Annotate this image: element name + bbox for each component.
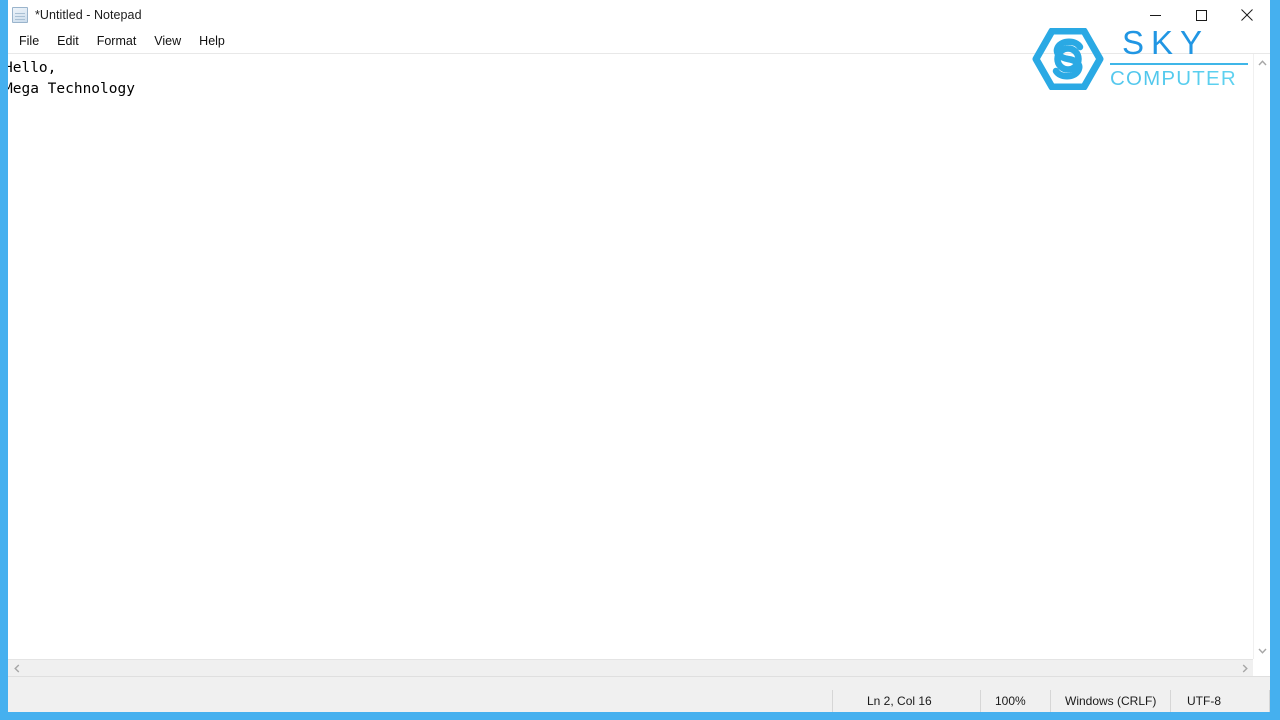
menu-item-help[interactable]: Help xyxy=(190,32,234,51)
title-bar-left: *Untitled - Notepad xyxy=(12,0,142,30)
status-line-ending[interactable]: Windows (CRLF) xyxy=(1050,690,1170,712)
status-bar-cells: Ln 2, Col 16 100% Windows (CRLF) UTF-8 xyxy=(832,690,1270,712)
status-cursor-position: Ln 2, Col 16 xyxy=(832,690,980,712)
scroll-left-button[interactable] xyxy=(8,660,25,676)
chevron-up-icon xyxy=(1257,59,1267,65)
close-icon xyxy=(1241,9,1253,21)
window-controls xyxy=(1132,0,1270,30)
minimize-button[interactable] xyxy=(1132,0,1178,30)
menu-item-edit[interactable]: Edit xyxy=(48,32,88,51)
menu-item-view[interactable]: View xyxy=(145,32,190,51)
scrollbar-corner xyxy=(1253,659,1270,676)
minimize-icon xyxy=(1149,14,1161,16)
chevron-right-icon xyxy=(1242,663,1248,673)
window-title: *Untitled - Notepad xyxy=(35,8,142,22)
text-editor[interactable]: Hello, Mega Technology xyxy=(8,54,1253,659)
menu-item-format[interactable]: Format xyxy=(88,32,146,51)
maximize-button[interactable] xyxy=(1178,0,1224,30)
horizontal-scroll-track[interactable] xyxy=(25,660,1236,676)
title-bar: *Untitled - Notepad xyxy=(8,0,1270,30)
close-button[interactable] xyxy=(1224,0,1270,30)
scroll-up-button[interactable] xyxy=(1254,54,1270,71)
status-encoding[interactable]: UTF-8 xyxy=(1170,690,1270,712)
status-bar: Ln 2, Col 16 100% Windows (CRLF) UTF-8 xyxy=(8,676,1270,712)
editor-content: Hello, Mega Technology xyxy=(8,60,135,97)
menu-item-file[interactable]: File xyxy=(13,32,48,51)
scroll-down-button[interactable] xyxy=(1254,642,1270,659)
menu-bar: File Edit Format View Help xyxy=(8,30,1270,52)
horizontal-scrollbar[interactable] xyxy=(8,659,1253,676)
status-zoom-level[interactable]: 100% xyxy=(980,690,1050,712)
vertical-scrollbar[interactable] xyxy=(1253,54,1270,659)
chevron-left-icon xyxy=(13,663,19,673)
scroll-right-button[interactable] xyxy=(1236,660,1253,676)
maximize-icon xyxy=(1195,9,1207,21)
chevron-down-icon xyxy=(1257,648,1267,654)
desktop-background: *Untitled - Notepad File Edit Format Vie… xyxy=(0,0,1280,720)
editor-area: Hello, Mega Technology xyxy=(8,53,1270,676)
notepad-window: *Untitled - Notepad File Edit Format Vie… xyxy=(8,0,1270,712)
notepad-icon xyxy=(12,7,28,23)
